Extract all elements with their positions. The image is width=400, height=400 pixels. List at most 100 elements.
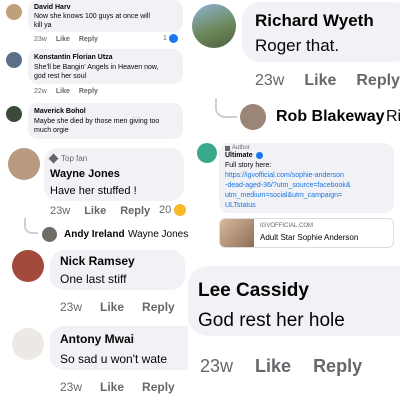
comment-actions: 23w Like Reply: [200, 356, 362, 377]
avatar[interactable]: [42, 227, 57, 242]
comment-bubble: Nick Ramsey One last stiff: [50, 250, 185, 290]
like-button[interactable]: Like: [255, 356, 291, 377]
comment-text: God rest her hole: [198, 310, 345, 331]
panel-lower-right: Lee Cassidy God rest her hole 23w Like R…: [188, 266, 400, 400]
comment-time[interactable]: 23w: [255, 72, 284, 90]
link-preview-card[interactable]: IGVOFFICIAL.COM Adult Star Sophie Anders…: [219, 218, 394, 248]
avatar[interactable]: [8, 148, 40, 180]
comment-actions: 22w Like Reply: [34, 88, 98, 95]
like-button[interactable]: Like: [56, 88, 70, 95]
comment-time[interactable]: 23w: [200, 356, 233, 377]
story-link[interactable]: utm_medium=social&utm_campaign=: [225, 192, 342, 199]
comment-actions: 23w Like Reply: [34, 36, 98, 43]
comment-text: Full story here:: [225, 162, 272, 169]
panel-top-right: Richard Wyeth Roger that. 23w Like Reply…: [188, 0, 400, 140]
like-button[interactable]: Like: [56, 36, 70, 43]
commenter-name[interactable]: Konstantin Florian Utza: [34, 54, 113, 61]
avatar[interactable]: [6, 52, 22, 68]
comment-text: So sad u won't wate: [60, 352, 168, 366]
comment-text: much orgie: [34, 127, 69, 134]
reply-connector: [24, 218, 38, 234]
comment-text: She'll be Bangin' Angels in Heaven now,: [34, 64, 159, 71]
comment-time[interactable]: 23w: [50, 205, 70, 217]
story-link[interactable]: https://igvofficial.com/sophie-anderson: [225, 172, 344, 179]
author-tag-label: Author: [232, 145, 250, 151]
commenter-name[interactable]: David Harv: [34, 4, 71, 11]
comment-text: kill ya: [34, 22, 52, 29]
reaction-count[interactable]: 20: [159, 204, 187, 216]
avatar[interactable]: [240, 104, 266, 130]
commenter-name[interactable]: Richard Wyeth: [255, 11, 374, 31]
commenter-name[interactable]: Lee Cassidy: [198, 280, 309, 302]
comment-text: One last stiff: [60, 272, 127, 286]
comment-actions: 23w Like Reply: [50, 205, 150, 217]
commenter-name[interactable]: Maverick Bohol: [34, 108, 86, 115]
comment-bubble: Maverick Bohol Maybe she died by those m…: [28, 103, 183, 139]
author-tag: Author: [225, 145, 250, 151]
comment-text: Maybe she died by those men giving too: [34, 118, 160, 125]
reaction-count-value: 20: [159, 204, 172, 216]
avatar[interactable]: [6, 4, 22, 20]
commenter-name[interactable]: Antony Mwai: [60, 332, 134, 346]
comment-bubble: Antony Mwai So sad u won't wate: [50, 326, 188, 370]
reply-button[interactable]: Reply: [120, 205, 150, 217]
avatar[interactable]: [6, 106, 22, 122]
comment-bubble: David Harv Now she knows 100 guys at onc…: [28, 0, 183, 32]
like-button[interactable]: Like: [304, 72, 336, 90]
like-button[interactable]: Like: [84, 205, 106, 217]
comment-time[interactable]: 23w: [34, 36, 47, 43]
comment-text: Roger that.: [255, 36, 340, 55]
comment-text: Now she knows 100 guys at once will: [34, 13, 150, 20]
pencil-icon: [225, 145, 230, 151]
comment-bubble: Author Ultimate Full story here: https:/…: [219, 143, 394, 213]
reply-button[interactable]: Reply: [142, 300, 175, 314]
link-preview-thumbnail: [220, 219, 254, 247]
commenter-name[interactable]: Nick Ramsey: [60, 254, 135, 268]
panel-top-left: David Harv Now she knows 100 guys at onc…: [0, 0, 185, 140]
avatar[interactable]: [12, 328, 44, 360]
reaction-haha-icon: [174, 204, 187, 216]
comment-actions: 23w Like Reply: [60, 300, 175, 314]
like-button[interactable]: Like: [100, 380, 124, 394]
comment-actions: 23w Like Reply: [255, 72, 400, 90]
verified-badge-icon: [255, 152, 263, 159]
reply-preview-text: Ri: [386, 108, 400, 125]
avatar[interactable]: [197, 143, 217, 163]
reply-button[interactable]: Reply: [313, 356, 362, 377]
reaction-count-value: 1: [163, 35, 167, 42]
story-link[interactable]: ULTstatus: [225, 202, 256, 209]
commenter-name[interactable]: Ultimate: [225, 152, 253, 159]
comment-time[interactable]: 23w: [60, 300, 82, 314]
avatar[interactable]: [192, 4, 236, 48]
reaction-like-icon: [168, 34, 178, 43]
panel-middle-left: Top fan Wayne Jones Have her stuffed ! 2…: [0, 143, 190, 248]
panel-lower-left: Nick Ramsey One last stiff 23w Like Repl…: [0, 250, 188, 400]
comment-time[interactable]: 23w: [60, 380, 82, 394]
reply-author-name[interactable]: Rob Blakeway: [276, 108, 384, 126]
top-fan-badge: Top fan: [48, 153, 88, 164]
top-fan-label: Top fan: [61, 154, 88, 163]
like-button[interactable]: Like: [100, 300, 124, 314]
comment-text: god rest her soul: [34, 73, 87, 80]
reply-author-name[interactable]: Andy Ireland: [64, 229, 125, 240]
comment-text: Have her stuffed !: [50, 185, 137, 197]
reply-button[interactable]: Reply: [79, 36, 98, 43]
comment-actions: 23w Like Reply: [60, 380, 175, 394]
commenter-row: Ultimate: [225, 152, 263, 159]
comment-bubble: Richard Wyeth Roger that.: [242, 2, 400, 62]
comment-bubble: Top fan Wayne Jones Have her stuffed !: [44, 148, 184, 201]
reply-connector: [215, 98, 237, 118]
reply-button[interactable]: Reply: [79, 88, 98, 95]
story-link[interactable]: -dead-aged-36/?utm_source=facebook&: [225, 182, 351, 189]
top-fan-badge-icon: [48, 153, 59, 164]
commenter-name[interactable]: Wayne Jones: [50, 168, 120, 180]
comment-time[interactable]: 22w: [34, 88, 47, 95]
panel-middle-right: Author Ultimate Full story here: https:/…: [193, 143, 400, 248]
link-preview-title: Adult Star Sophie Anderson: [260, 233, 359, 242]
reply-button[interactable]: Reply: [142, 380, 175, 394]
link-preview-domain: IGVOFFICIAL.COM: [260, 223, 314, 229]
reaction-count[interactable]: 1: [163, 34, 178, 43]
comment-bubble: Lee Cassidy God rest her hole: [188, 266, 400, 336]
avatar[interactable]: [12, 250, 44, 282]
reply-button[interactable]: Reply: [356, 72, 400, 90]
